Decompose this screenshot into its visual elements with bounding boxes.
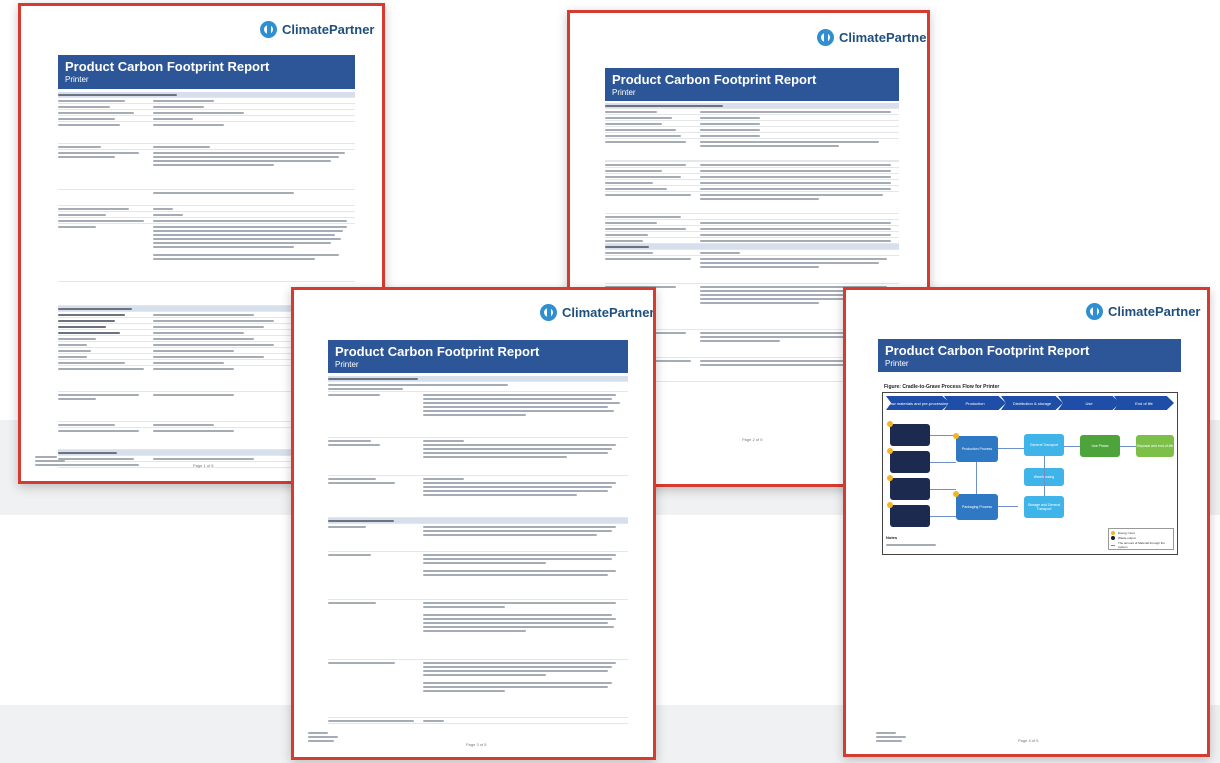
page-number: Page 1 of 5: [193, 463, 214, 468]
report-page-4: ClimatePartner Product Carbon Footprint …: [843, 287, 1210, 757]
report-header: Product Carbon Footprint Report Printer: [878, 339, 1181, 372]
climatepartner-logo-icon: [1086, 303, 1103, 320]
flow-connector: [930, 516, 956, 517]
energy-input-marker: [887, 502, 893, 508]
page-footer: [876, 730, 909, 743]
stage-use: Use: [1058, 396, 1120, 410]
report-title: Product Carbon Footprint Report: [335, 344, 540, 359]
notes-label: Notes: [886, 535, 898, 540]
raw-material-node: [890, 451, 930, 473]
flow-connector: [930, 489, 956, 490]
energy-input-marker: [953, 433, 959, 439]
climatepartner-logo: ClimatePartner: [540, 304, 653, 321]
energy-input-marker: [887, 475, 893, 481]
climatepartner-logo: ClimatePartner: [1086, 303, 1200, 320]
raw-material-node: [890, 478, 930, 500]
storage-transport-node: Storage and General Transport: [1024, 496, 1064, 518]
page-footer: [35, 454, 68, 467]
flow-legend: Energy input Waste output The amount of …: [1108, 528, 1174, 550]
page-footer: [308, 730, 341, 743]
report-subtitle: Printer: [885, 359, 909, 368]
report-title: Product Carbon Footprint Report: [885, 343, 1090, 358]
report-header: Product Carbon Footprint Report Printer: [605, 68, 899, 101]
notes-text: [886, 544, 936, 546]
report-title: Product Carbon Footprint Report: [65, 59, 270, 74]
flow-connector: [1064, 446, 1080, 447]
climatepartner-logo-icon: [260, 21, 277, 38]
end-of-life-node: Disposal and end-of-life: [1136, 435, 1174, 457]
flow-connector: [998, 506, 1018, 507]
use-phase-node: Use Phase: [1080, 435, 1120, 457]
general-transport-node: General Transport: [1024, 434, 1064, 456]
report-subtitle: Printer: [612, 88, 636, 97]
stage-production: Production: [944, 396, 1006, 410]
report-header: Product Carbon Footprint Report Printer: [328, 340, 628, 373]
production-process-node: Production Process: [956, 436, 998, 462]
stage-distribution: Distribution & storage: [1001, 396, 1063, 410]
flow-connector: [976, 462, 977, 494]
report-header: Product Carbon Footprint Report Printer: [58, 55, 355, 89]
climatepartner-logo-icon: [817, 29, 834, 46]
report-table: [328, 376, 628, 757]
stage-raw-materials: Raw materials and pre-processing: [886, 396, 950, 410]
report-subtitle: Printer: [65, 75, 89, 84]
page-number: Page 4 of 5: [1018, 738, 1039, 743]
climatepartner-logo: ClimatePartner: [260, 21, 374, 38]
flow-connector: [930, 462, 956, 463]
energy-input-marker: [887, 448, 893, 454]
report-page-3: ClimatePartner Product Carbon Footprint …: [291, 287, 656, 760]
climatepartner-logo-icon: [540, 304, 557, 321]
report-title: Product Carbon Footprint Report: [612, 72, 817, 87]
raw-material-node: [890, 505, 930, 527]
figure-title: Figure: Cradle-to-Grave Process Flow for…: [884, 384, 1000, 390]
report-subtitle: Printer: [335, 360, 359, 369]
stage-end-of-life: End of life: [1114, 396, 1174, 410]
climatepartner-logo: ClimatePartner: [817, 29, 927, 46]
packaging-process-node: Packaging Process: [956, 494, 998, 520]
page-number: Page 3 of 5: [466, 742, 487, 747]
energy-input-marker: [887, 421, 893, 427]
flow-connector: [1120, 446, 1136, 447]
energy-input-marker: [953, 491, 959, 497]
raw-material-node: [890, 424, 930, 446]
page-number: Page 2 of 5: [742, 437, 763, 442]
flow-connector: [1044, 456, 1045, 496]
